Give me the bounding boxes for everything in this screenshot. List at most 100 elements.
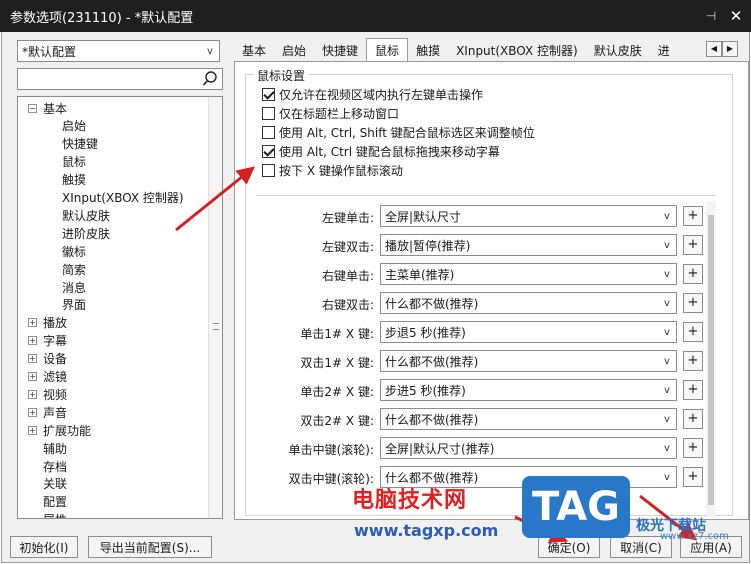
tab-item[interactable]: 启始 [274, 38, 314, 62]
tree-item[interactable]: XInput(XBOX 控制器) [62, 189, 184, 207]
tree-item[interactable]: 快捷键 [62, 135, 98, 153]
tree-item[interactable]: − 基本 [28, 99, 67, 117]
expand-icon[interactable]: + [28, 425, 37, 435]
expand-icon[interactable]: + [28, 372, 37, 381]
tree-item[interactable]: 启始 [62, 117, 86, 135]
tree-item[interactable]: 配置 [28, 493, 67, 511]
add-action-button[interactable]: + [683, 438, 703, 458]
tree-item[interactable]: + 视频 [28, 385, 67, 403]
action-label: 右键单击: [321, 269, 374, 283]
add-action-button[interactable]: + [683, 293, 703, 313]
action-select[interactable]: 主菜单(推荐) v [380, 263, 677, 285]
tree-item[interactable]: + 字幕 [28, 332, 67, 350]
expand-icon[interactable]: + [28, 354, 37, 364]
search-icon[interactable] [201, 70, 219, 88]
expand-icon[interactable]: + [28, 318, 37, 328]
action-select[interactable]: 全屏|默认尺寸(推荐) v [380, 437, 677, 459]
watermark-download-url: www.xz7.com [660, 531, 729, 542]
tree-item[interactable]: 触摸 [62, 171, 86, 189]
add-action-button[interactable]: + [683, 467, 703, 487]
checkbox-checked-icon[interactable] [262, 144, 275, 158]
tab-item[interactable]: 触摸 [408, 38, 448, 62]
add-action-button[interactable]: + [683, 264, 703, 284]
tree-item-label: 默认皮肤 [62, 208, 111, 223]
checkbox-option[interactable]: 按下 X 键操作鼠标滚动 [262, 161, 403, 179]
add-action-button[interactable]: + [683, 380, 703, 400]
checkbox-option[interactable]: 使用 Alt, Ctrl, Shift 键配合鼠标选区来调整帧位 [262, 123, 535, 141]
checkbox-option[interactable]: 仅在标题栏上移动窗口 [262, 104, 399, 122]
tree-item[interactable]: 界面 [62, 296, 86, 314]
tab-item[interactable]: 快捷键 [314, 38, 366, 62]
checkbox-unchecked-icon[interactable] [262, 163, 275, 177]
checkbox-label: 仅允许在视频区域内执行左键单击操作 [279, 87, 484, 102]
tree-item-label: 属性 [43, 511, 67, 518]
init-button[interactable]: 初始化(I) [10, 536, 78, 558]
ok-button[interactable]: 确定(O) [538, 536, 600, 558]
action-select-value: 步退5 秒(推荐) [385, 325, 466, 340]
scroll-grip-icon[interactable] [213, 323, 219, 330]
mouse-action-row: 双击2# X 键: 什么都不做(推荐) v + [256, 408, 716, 432]
checkbox-option[interactable]: 使用 Alt, Ctrl 键配合鼠标拖拽来移动字幕 [262, 142, 500, 160]
config-select[interactable]: *默认配置 v [17, 40, 220, 62]
action-select[interactable]: 步进5 秒(推荐) v [380, 379, 677, 401]
tab-scroll-left-icon[interactable]: ◀ [706, 41, 722, 57]
mouse-action-row: 双击1# X 键: 什么都不做(推荐) v + [256, 350, 716, 374]
action-select[interactable]: 什么都不做(推荐) v [380, 408, 677, 430]
tab-scroll-right-icon[interactable]: ▶ [722, 41, 738, 57]
settings-tree: − 基本 启始快捷键 鼠标触摸 XInput(XBOX 控制器) 默认皮肤 进阶皮肤徽标 简索… [17, 96, 223, 519]
tree-item[interactable]: 关联 [28, 475, 67, 493]
tab-item[interactable]: XInput(XBOX 控制器) [448, 38, 586, 62]
mouse-action-list: 左键单击: 全屏|默认尺寸 v + 左键双击: 播放|暂停(推荐) v + 右键单击: 主菜单(推… [256, 201, 716, 517]
tree-item[interactable]: 鼠标 [62, 153, 86, 171]
checkbox-unchecked-icon[interactable] [262, 125, 275, 139]
tree-item[interactable]: + 扩展功能 [28, 421, 91, 439]
tree-item[interactable]: 徽标 [62, 242, 86, 260]
tree-item-label: 存档 [43, 459, 68, 474]
add-action-button[interactable]: + [683, 206, 703, 226]
expand-icon[interactable]: + [28, 336, 37, 346]
tree-item[interactable]: 默认皮肤 [62, 206, 110, 224]
action-select[interactable]: 什么都不做(推荐) v [380, 292, 677, 314]
close-icon[interactable]: ✕ [721, 7, 751, 25]
tree-item[interactable]: 进阶皮肤 [62, 224, 110, 242]
chevron-down-icon: v [664, 268, 670, 280]
tree-item[interactable]: 消息 [62, 278, 86, 296]
tree-item[interactable]: + 设备 [28, 350, 67, 368]
collapse-icon[interactable]: − [28, 103, 37, 113]
action-label: 单击2# X 键: [300, 385, 374, 399]
tree-item-label: XInput(XBOX 控制器) [62, 191, 184, 205]
tree-item[interactable]: + 声音 [28, 403, 67, 421]
action-select[interactable]: 步退5 秒(推荐) v [380, 321, 677, 343]
action-select[interactable]: 播放|暂停(推荐) v [380, 234, 677, 256]
search-input[interactable] [17, 68, 223, 90]
tree-item[interactable]: 存档 [28, 457, 67, 475]
tree-item[interactable]: + 播放 [28, 314, 67, 332]
tab-item[interactable]: 鼠标 [366, 38, 409, 62]
expand-icon[interactable]: + [28, 389, 37, 399]
checkbox-checked-icon[interactable] [262, 87, 275, 101]
export-config-button[interactable]: 导出当前配置(S)... [88, 536, 212, 558]
expand-icon[interactable]: + [28, 407, 37, 417]
action-select[interactable]: 全屏|默认尺寸 v [380, 205, 677, 227]
tree-item-label: 快捷键 [62, 137, 99, 152]
add-action-button[interactable]: + [683, 409, 703, 429]
mouse-settings-group: 鼠标设置 仅允许在视频区域内执行左键单击操作 仅在标题栏上移动窗口 使用 Alt, … [245, 67, 733, 517]
tab-item[interactable]: 进 [650, 38, 678, 62]
tab-item[interactable]: 基本 [234, 38, 274, 62]
add-action-button[interactable]: + [683, 235, 703, 255]
tree-item[interactable]: + 滤镜 [28, 368, 67, 386]
add-action-button[interactable]: + [683, 351, 703, 371]
checkbox-unchecked-icon[interactable] [262, 106, 275, 120]
pin-icon[interactable]: ⊣ [701, 9, 721, 23]
tree-item[interactable]: 辅助 [28, 439, 67, 457]
action-select-value: 主菜单(推荐) [385, 267, 455, 282]
action-select[interactable]: 什么都不做(推荐) v [380, 350, 677, 372]
tree-item-label: 徽标 [62, 244, 87, 259]
tree-item[interactable]: 简索 [62, 260, 86, 278]
tree-item[interactable]: 属性 [28, 511, 67, 518]
tree-item-label: 触摸 [62, 173, 87, 188]
checkbox-option[interactable]: 仅允许在视频区域内执行左键单击操作 [262, 85, 483, 103]
add-action-button[interactable]: + [683, 322, 703, 342]
tab-item[interactable]: 默认皮肤 [586, 38, 650, 62]
tree-scrollbar[interactable] [208, 97, 222, 518]
